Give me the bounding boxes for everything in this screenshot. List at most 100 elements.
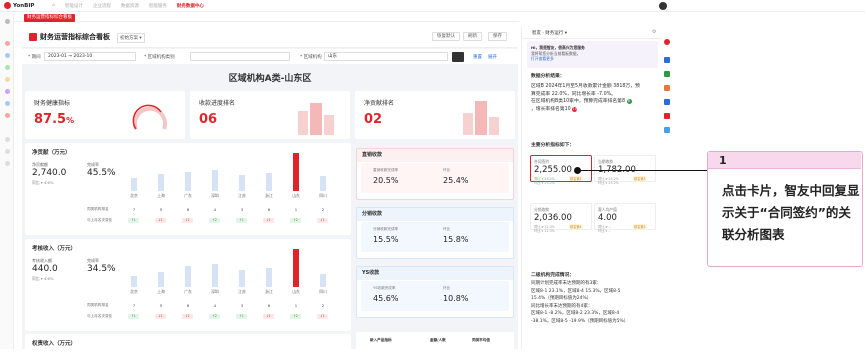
rail-icon[interactable] [5, 89, 10, 94]
tab-strip: 财务运营指标综合看板 [14, 13, 519, 22]
city-label: 江苏 [238, 193, 246, 198]
assessed-income-card[interactable]: 考核收入（万元） 考核收入额 440.0 同比 ▾ 4.6% 完成率 34.5%… [25, 239, 351, 331]
chart-bar[interactable] [212, 264, 218, 287]
chart-bar[interactable] [131, 276, 137, 287]
rank-change-pill: ↑1 [236, 218, 247, 223]
rail-icon[interactable] [5, 19, 10, 24]
app-icon[interactable] [664, 127, 670, 133]
chart-bar[interactable] [185, 172, 191, 191]
chart-bar[interactable] [266, 173, 272, 191]
rank-cell: 2 [321, 207, 325, 212]
indicator-card[interactable]: 合同签约 2,255.00 同比 ▾ 25.2% 环比 ▾ 25.2% 排名第1 [530, 155, 592, 185]
assistant-icon[interactable] [664, 39, 670, 45]
org-select[interactable]: 山东 [324, 52, 448, 61]
section-title: 权责收入（万元） [32, 341, 77, 347]
chart-bar[interactable] [293, 153, 299, 191]
dashboard-header: 财务运营指标综合看板 初始方案 ▾ 恢复默认 刷新 保存 [22, 27, 518, 48]
city-label: 北京 [130, 193, 138, 198]
kpi-card-net-rank[interactable]: 净贡献排名 02 [355, 91, 515, 139]
rank-change-pill: ↓1 [263, 218, 274, 223]
card-body: 直销收款完成率 20.5% 环比 25.4% [361, 163, 509, 193]
city-label: 山东 [292, 193, 300, 198]
direct-collection-card[interactable]: 直销收款 直销收款完成率 20.5% 环比 25.4% [356, 148, 514, 200]
chart-bar[interactable] [266, 268, 272, 287]
settings-icon[interactable]: ⚙ [652, 29, 656, 35]
more-link[interactable]: 打开查看更多 [531, 56, 654, 62]
save-button[interactable]: 保存 [488, 32, 507, 41]
rank-tag: 排名第2 [633, 224, 647, 229]
city-label: 浙江 [265, 289, 273, 294]
sheet-icon[interactable] [664, 71, 670, 77]
rail-icon[interactable] [5, 41, 10, 46]
rail-icon[interactable] [5, 149, 10, 154]
reset-link[interactable]: 重置 [473, 54, 482, 60]
app-icon[interactable] [664, 99, 670, 105]
plan-select[interactable]: 初始方案 ▾ [117, 33, 145, 43]
tab-dashboard[interactable]: 财务运营指标综合看板 [24, 14, 75, 22]
nav-item[interactable]: 企业流程 [93, 3, 111, 9]
rank-cell: 5 [159, 207, 163, 212]
nav-item[interactable]: 智能设计 [65, 3, 83, 9]
metric-value: 25.4% [443, 176, 469, 185]
rail-icon[interactable] [5, 113, 10, 118]
assistant-title[interactable]: 智友 · 财务运行 ▾ [532, 30, 567, 36]
secondary-text: 同期计划完成率未达预期的有3家: 区域8-1 23.1%，区域8-4 15.3%… [531, 281, 629, 324]
chart-bar[interactable] [212, 170, 218, 191]
rank-change-pill: ↓1 [317, 314, 328, 319]
region-category-select[interactable] [190, 52, 290, 61]
rail-icon[interactable] [5, 77, 10, 82]
net-contribution-card[interactable]: 净贡献（万元） 净贡献额 2,740.0 同比 ▾ 4.6% 完成率 45.5%… [25, 143, 351, 235]
app-icon[interactable] [664, 113, 670, 119]
card-title: 分销收款 [357, 208, 513, 221]
chart-bar[interactable] [185, 266, 191, 287]
expand-link[interactable]: 展开 [488, 54, 497, 60]
nav-item-active[interactable]: 财务数据中心 [177, 3, 204, 9]
card-body: YS收款完成率 45.6% 环比 10.8% [361, 281, 509, 311]
reset-default-button[interactable]: 恢复默认 [432, 32, 460, 41]
rank-change-pill: ↓1 [155, 218, 166, 223]
equity-income-card[interactable]: 权责收入（万元） [25, 334, 351, 354]
chart-bar[interactable] [239, 175, 245, 191]
rail-icon[interactable] [5, 53, 10, 58]
top-nav: ⌂ 智能设计 企业流程 数据资源 智能服务 财务数据中心 [52, 3, 204, 9]
chart-bar[interactable] [131, 178, 137, 191]
rank-cell: 6 [186, 207, 190, 212]
chart-bar[interactable] [158, 174, 164, 191]
distribution-collection-card[interactable]: 分销收款 分销收款完成率 15.5% 环比 15.8% [356, 207, 514, 259]
indicator-card[interactable]: 客人均产值 4.00 同比 ▾ -- 环比 ▾ -- 排名第2 [594, 203, 656, 233]
metric-label: 直销收款完成率 [373, 168, 399, 172]
chart-bar[interactable] [320, 176, 326, 191]
chart-bar[interactable] [239, 270, 245, 287]
nav-item[interactable]: 数据资源 [121, 3, 139, 9]
app-icon[interactable] [664, 85, 670, 91]
rank-change-pill: ↑1 [128, 218, 139, 223]
refresh-button[interactable]: 刷新 [463, 32, 482, 41]
rank-change-pill: ↑2 [290, 218, 301, 223]
rail-icon[interactable] [5, 137, 10, 142]
rail-icon[interactable] [5, 161, 10, 166]
metric-label: 环比 [443, 168, 451, 172]
search-button[interactable] [452, 52, 464, 62]
callout-text: 点击卡片，智友中回复显示关于“合同签约”的关联分析图表 [722, 183, 860, 242]
chart-bar[interactable] [293, 249, 299, 287]
rail-icon[interactable] [5, 101, 10, 106]
nav-item[interactable]: 智能服务 [149, 3, 167, 9]
kpi-card-collection-rank[interactable]: 收款进度排名 06 [190, 91, 350, 139]
rank-cell: 6 [267, 303, 271, 308]
avatar[interactable] [659, 2, 667, 10]
kpi-card-health[interactable]: 财务健康指标 87.5% [25, 91, 185, 139]
chart-bar[interactable] [320, 274, 326, 287]
rank-cell: 7 [132, 207, 136, 212]
city-label: 上海 [157, 193, 165, 198]
callout-header: 1 [708, 152, 861, 169]
doc-icon[interactable] [664, 57, 670, 63]
logo[interactable]: YonBIP [4, 2, 48, 9]
home-icon[interactable]: ⌂ [52, 3, 55, 8]
indicator-card[interactable]: 分销收款 2,036.00 同比 ▾ 12.3% 环比 ▾ 12.3% 排名第4 [530, 203, 592, 233]
rail-icon[interactable] [5, 65, 10, 70]
chart-bar[interactable] [158, 272, 164, 287]
indicator-card[interactable]: 当期收款 1,782.00 同比 ▾ 25.2% 环比 ▾ 25.2% 排名第3 [594, 155, 656, 185]
metric-note: 同比 ▾ 4.6% [32, 276, 54, 281]
period-range-input[interactable]: 2023-01 → 2023-10 [44, 52, 136, 61]
ys-collection-card[interactable]: YS收款 YS收款完成率 45.6% 环比 10.8% [356, 266, 514, 318]
